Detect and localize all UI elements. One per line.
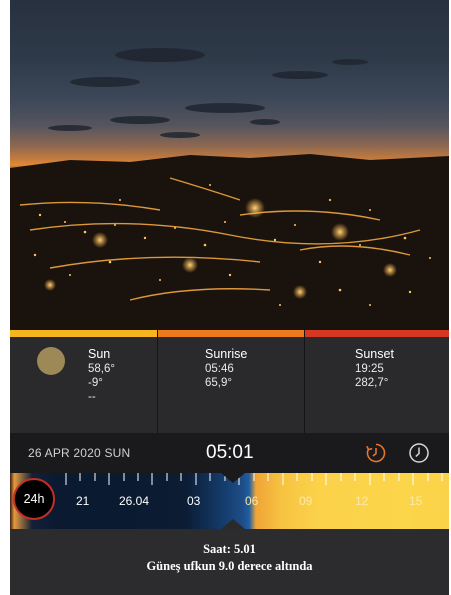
time-label[interactable]: 05:01 (206, 442, 254, 464)
sunrise-azimuth: 65,9° (205, 377, 232, 389)
timeline-label-12: 12 (355, 494, 369, 508)
sun-details: Sun 58,6° -9° -- (88, 347, 115, 404)
sunrise-column[interactable]: Sunrise 05:46 65,9° (157, 330, 304, 433)
sunset-column[interactable]: Sunset 19:25 282,7° (304, 330, 449, 433)
clock-button[interactable] (408, 442, 430, 464)
sunrise-title: Sunrise (205, 347, 248, 361)
sun-disc-icon (37, 347, 65, 375)
caption-footer: Saat: 5.01 Güneş ufkun 9.0 derece altınd… (10, 529, 449, 595)
time-marker-bottom (221, 519, 245, 529)
sun-title: Sun (88, 347, 111, 361)
app-frame: Sun 58,6° -9° -- Sunrise 05:46 65,9° Sun… (10, 0, 449, 595)
sunset-details: Sunset 19:25 282,7° (355, 347, 394, 390)
caption-description: Güneş ufkun 9.0 derece altında (146, 559, 313, 573)
time-marker-top (221, 473, 245, 483)
sunset-time: 19:25 (355, 363, 384, 375)
sun-elevation: 58,6° (88, 363, 115, 375)
sunrise-time: 05:46 (205, 363, 234, 375)
timeline-label-15: 15 (409, 494, 423, 508)
sun-color-bar (10, 330, 157, 337)
sun-column[interactable]: Sun 58,6° -9° -- (10, 330, 157, 433)
time-slider[interactable]: 24h 21 26.04 03 06 09 12 15 (10, 473, 449, 529)
timeline-label-03: 03 (187, 494, 201, 508)
sun-azimuth: -9° (88, 377, 103, 389)
camera-photo (10, 0, 449, 330)
sun-extra: -- (88, 391, 96, 403)
date-time-bar: 26 APR 2020 SUN 05:01 (10, 433, 449, 473)
timeline-label-09: 09 (299, 494, 313, 508)
date-label[interactable]: 26 APR 2020 SUN (28, 446, 130, 460)
timeline-label-21: 21 (76, 494, 90, 508)
reset-time-icon (366, 443, 386, 463)
clock-icon (409, 443, 429, 463)
sunrise-details: Sunrise 05:46 65,9° (205, 347, 247, 390)
sun-info-panel: Sun 58,6° -9° -- Sunrise 05:46 65,9° Sun… (10, 330, 449, 433)
sunrise-color-bar (158, 330, 304, 337)
timeline-label-date: 26.04 (119, 494, 150, 508)
caption-time: Saat: 5.01 (203, 542, 256, 556)
sunset-azimuth: 282,7° (355, 377, 389, 389)
24h-mode-button[interactable]: 24h (13, 478, 55, 520)
sunset-title: Sunset (355, 347, 394, 361)
timeline-label-06: 06 (245, 494, 259, 508)
night-city-image (10, 48, 449, 330)
reset-time-button[interactable] (365, 442, 387, 464)
sunset-color-bar (305, 330, 449, 337)
